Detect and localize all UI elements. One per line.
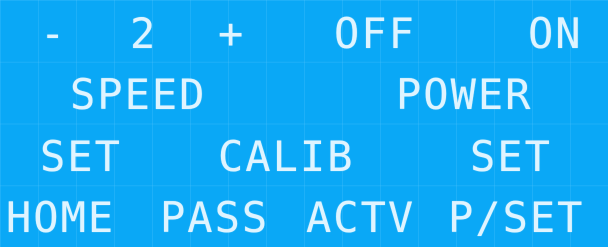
speed-decrement-button[interactable]: - — [40, 13, 67, 55]
home-button[interactable]: HOME — [6, 197, 115, 239]
speed-value: 2 — [130, 9, 158, 58]
power-off-button[interactable]: OFF — [334, 13, 416, 55]
speed-increment-button[interactable]: + — [218, 13, 245, 55]
speed-set-button[interactable]: SET — [40, 136, 122, 178]
p-set-button[interactable]: P/SET — [448, 197, 584, 239]
power-set-button[interactable]: SET — [470, 136, 552, 178]
pass-button[interactable]: PASS — [160, 197, 269, 239]
lcd-screen: - 2 + OFF ON SPEED POWER SET CALIB SET H… — [0, 0, 608, 247]
speed-label: SPEED — [70, 70, 207, 119]
calib-button[interactable]: CALIB — [218, 136, 354, 178]
power-on-button[interactable]: ON — [528, 13, 583, 55]
power-label: POWER — [396, 70, 533, 119]
actv-button[interactable]: ACTV — [306, 197, 415, 239]
